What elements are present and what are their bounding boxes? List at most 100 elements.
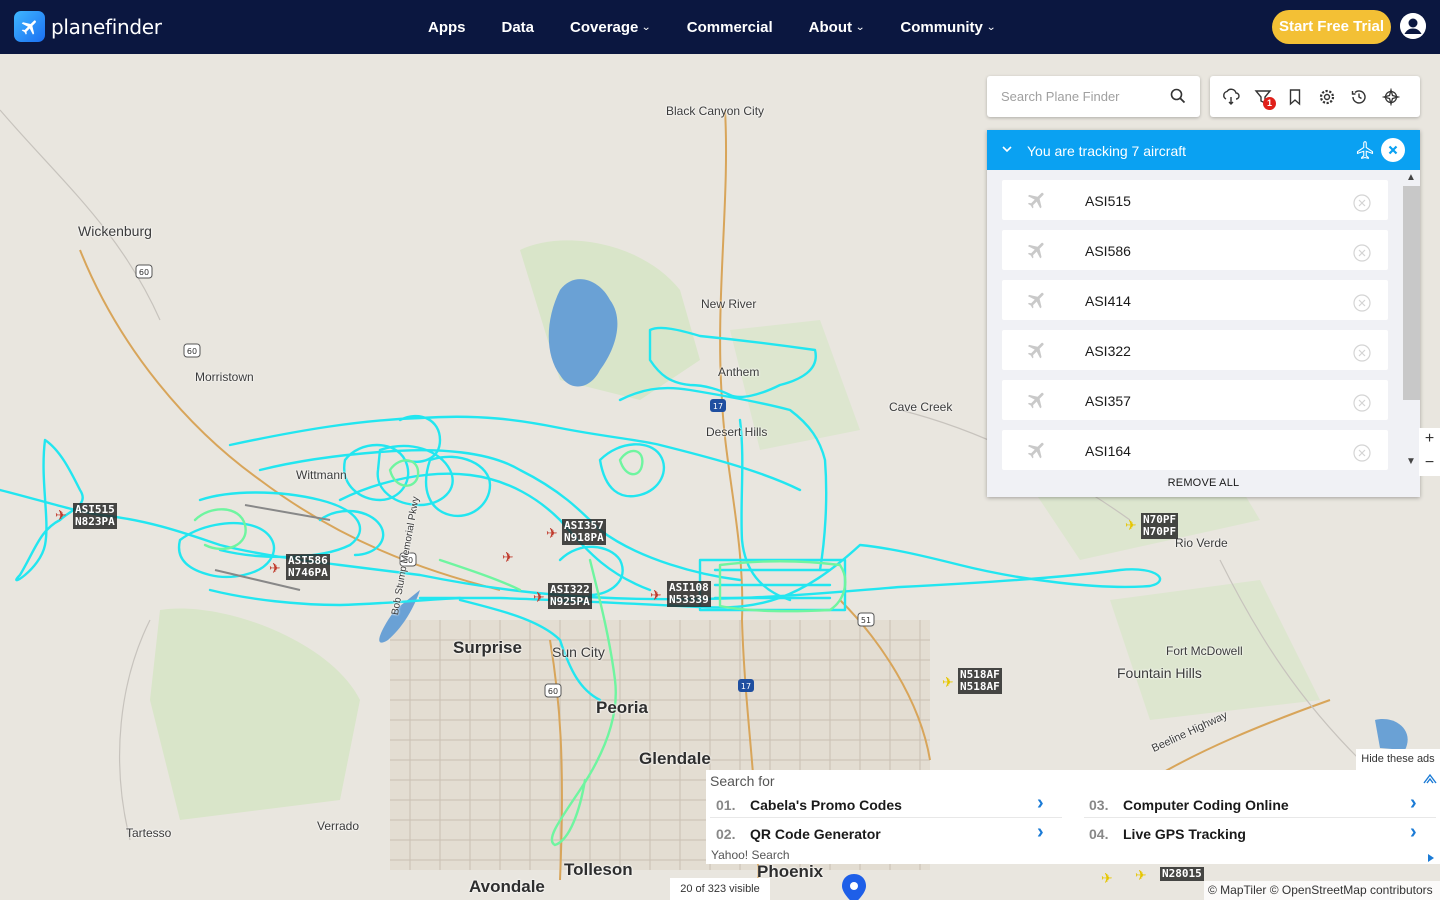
list-item[interactable]: ASI357 — [1002, 380, 1388, 420]
remove-all-button[interactable]: REMOVE ALL — [987, 470, 1420, 497]
aircraft-plane-icon[interactable]: ✈ — [502, 550, 514, 564]
place-label: Sun City — [552, 644, 605, 660]
place-label: Rio Verde — [1175, 536, 1228, 550]
nav-commercial[interactable]: Commercial — [687, 19, 773, 36]
ad-info-icon[interactable] — [1426, 850, 1436, 862]
aircraft-label-asi515[interactable]: ASI515 N823PA — [73, 503, 117, 529]
aircraft-plane-icon[interactable]: ✈ — [269, 561, 281, 575]
close-panel-button[interactable] — [1381, 138, 1405, 162]
list-item[interactable]: ASI586 — [1002, 230, 1388, 270]
chevron-right-icon[interactable]: › — [1410, 821, 1417, 844]
start-free-trial-button[interactable]: Start Free Trial — [1272, 10, 1391, 44]
place-label: Tartesso — [126, 826, 172, 840]
close-icon — [1388, 145, 1398, 155]
aircraft-registration: N70PF — [1143, 525, 1177, 538]
aircraft-label-asi357[interactable]: ASI357 N918PA — [562, 519, 606, 545]
place-label: Tolleson — [564, 860, 633, 879]
plane-icon — [1026, 239, 1048, 261]
place-label: Wittmann — [296, 468, 347, 482]
history-icon[interactable] — [1350, 88, 1368, 106]
list-item[interactable]: ASI414 — [1002, 280, 1388, 320]
tracked-aircraft-list[interactable]: ASI515 ASI586 ASI414 ASI322 ASI357 ASI16… — [987, 170, 1420, 470]
chevron-right-icon[interactable]: › — [1037, 792, 1044, 815]
aircraft-plane-icon[interactable]: ✈ — [942, 675, 954, 689]
place-label: Avondale — [469, 877, 545, 896]
remove-circle-icon[interactable] — [1353, 444, 1371, 462]
chevron-right-icon[interactable]: › — [1037, 821, 1044, 844]
chevron-down-icon[interactable] — [1001, 142, 1013, 154]
aircraft-callsign: ASI414 — [1085, 293, 1131, 309]
place-label: Surprise — [453, 638, 522, 657]
ad-choices-icon[interactable] — [1423, 772, 1437, 784]
nav-apps[interactable]: Apps — [428, 19, 466, 36]
aircraft-label-asi322[interactable]: ASI322 N925PA — [548, 583, 592, 609]
aircraft-label-n70pf[interactable]: N70PF N70PF — [1141, 513, 1179, 539]
remove-circle-icon[interactable] — [1353, 394, 1371, 412]
nav-community[interactable]: Community ⌄ — [900, 19, 996, 36]
aircraft-label-asi586[interactable]: ASI586 N746PA — [286, 554, 330, 580]
list-item[interactable]: ASI322 — [1002, 330, 1388, 370]
list-item[interactable]: ASI164 — [1002, 430, 1388, 470]
place-label: Black Canyon City — [666, 104, 765, 118]
hide-ads-button[interactable]: Hide these ads — [1356, 749, 1440, 770]
scrollbar-thumb[interactable] — [1403, 186, 1420, 400]
svg-text:17: 17 — [713, 402, 723, 411]
filter-icon[interactable]: 1 — [1254, 88, 1276, 110]
ad-link[interactable]: 04. Live GPS Tracking — [1089, 823, 1246, 845]
ad-link[interactable]: 01. Cabela's Promo Codes — [716, 794, 902, 816]
scroll-up-icon[interactable]: ▲ — [1406, 172, 1416, 183]
scroll-down-icon[interactable]: ▼ — [1406, 456, 1416, 467]
weather-icon[interactable] — [1222, 88, 1240, 106]
settings-icon[interactable] — [1318, 88, 1336, 106]
main-nav: Apps Data Coverage ⌄ Commercial About ⌄ Co… — [428, 0, 996, 54]
remove-circle-icon[interactable] — [1353, 344, 1371, 362]
aircraft-plane-icon[interactable]: ✈ — [55, 508, 67, 522]
aircraft-callsign: N28015 — [1162, 867, 1202, 880]
aircraft-registration: N925PA — [550, 595, 590, 608]
remove-circle-icon[interactable] — [1353, 294, 1371, 312]
playback-icon[interactable] — [1381, 87, 1401, 106]
aircraft-plane-icon[interactable]: ✈ — [650, 588, 662, 602]
nav-data[interactable]: Data — [502, 19, 535, 36]
remove-circle-icon[interactable] — [1353, 244, 1371, 262]
map-toolbar: 1 — [1210, 76, 1420, 117]
nav-about[interactable]: About ⌄ — [809, 19, 866, 36]
ad-divider — [1084, 817, 1436, 818]
aircraft-registration: N918PA — [564, 531, 604, 544]
planefinder-logo[interactable]: planefinder — [14, 11, 162, 42]
search-input[interactable] — [1001, 89, 1161, 104]
ad-text: QR Code Generator — [750, 826, 881, 842]
nav-apps-label: Apps — [428, 18, 466, 36]
aircraft-label-asi108[interactable]: ASI108 N53339 — [667, 581, 711, 607]
aircraft-label-n518af[interactable]: N518AF N518AF — [958, 668, 1002, 694]
search-icon[interactable] — [1170, 88, 1186, 104]
svg-text:17: 17 — [741, 682, 751, 691]
ad-text: Cabela's Promo Codes — [750, 797, 902, 813]
zoom-out-button[interactable]: − — [1419, 452, 1440, 476]
place-label: Cave Creek — [889, 400, 953, 414]
ad-link[interactable]: 03. Computer Coding Online — [1089, 794, 1289, 816]
place-label: Glendale — [639, 749, 711, 768]
ad-link[interactable]: 02. QR Code Generator — [716, 823, 881, 845]
nav-commercial-label: Commercial — [686, 18, 773, 36]
chevron-down-icon: ⌄ — [641, 21, 652, 33]
aircraft-label-n28015[interactable]: N28015 — [1160, 867, 1204, 881]
chevron-right-icon[interactable]: › — [1410, 792, 1417, 815]
aircraft-plane-icon[interactable]: ✈ — [546, 526, 558, 540]
bookmark-icon[interactable] — [1286, 88, 1304, 106]
list-item[interactable]: ASI515 — [1002, 180, 1388, 220]
place-label: Desert Hills — [706, 425, 768, 439]
account-avatar-icon[interactable] — [1400, 13, 1426, 39]
aircraft-plane-icon[interactable]: ✈ — [1101, 871, 1113, 885]
tracking-panel: You are tracking 7 aircraft ASI515 ASI58… — [987, 130, 1420, 497]
zoom-in-button[interactable]: + — [1419, 428, 1440, 452]
aircraft-plane-icon[interactable]: ✈ — [1135, 868, 1147, 882]
map-attribution[interactable]: © MapTiler © OpenStreetMap contributors — [1204, 881, 1440, 900]
aircraft-plane-icon[interactable]: ✈ — [533, 590, 545, 604]
aircraft-plane-icon[interactable]: ✈ — [1125, 518, 1137, 532]
tracking-title: You are tracking 7 aircraft — [1027, 143, 1187, 159]
remove-circle-icon[interactable] — [1353, 194, 1371, 212]
place-label: New River — [701, 297, 757, 311]
nav-coverage[interactable]: Coverage ⌄ — [570, 19, 652, 36]
plane-icon — [1026, 439, 1048, 461]
